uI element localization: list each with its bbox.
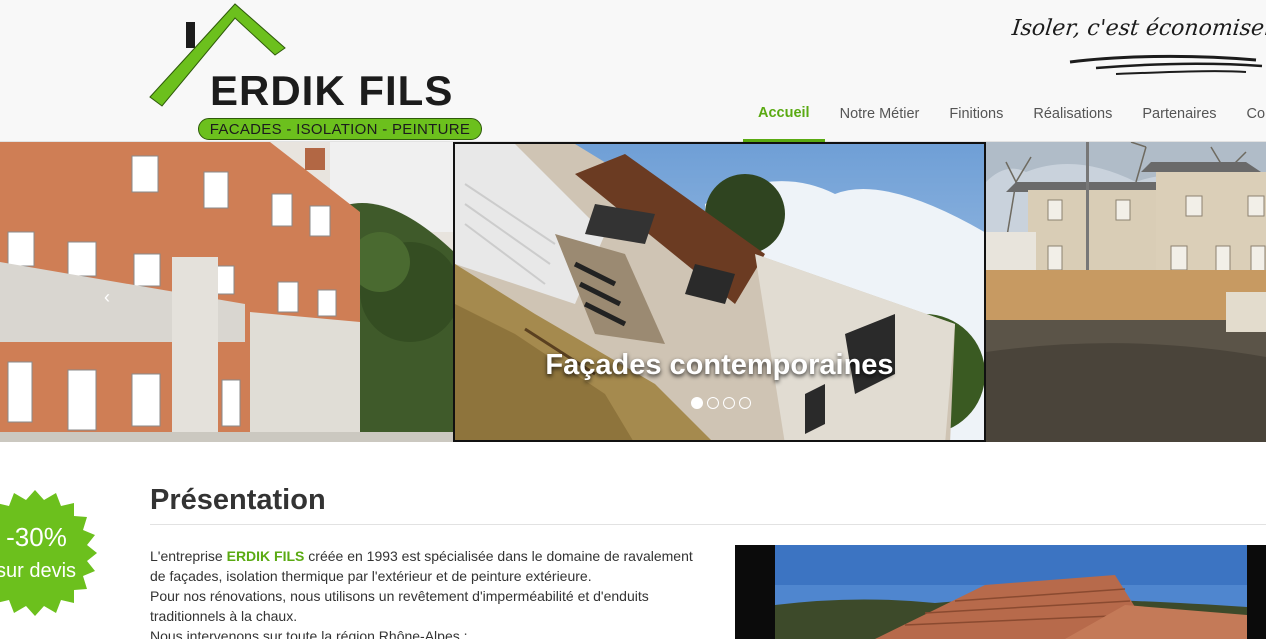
- nav-item-finitions[interactable]: Finitions: [934, 94, 1018, 142]
- discount-percent: -30%: [6, 522, 67, 552]
- building-photo: [0, 142, 454, 442]
- slider-dot-3[interactable]: [723, 397, 735, 409]
- houses-photo: [986, 142, 1266, 442]
- nav-item-contact[interactable]: Conta: [1232, 94, 1266, 142]
- starburst-icon: [0, 490, 97, 616]
- nav-item-accueil[interactable]: Accueil: [743, 94, 825, 142]
- nav-item-notre-metier[interactable]: Notre Métier: [825, 94, 935, 142]
- logo-tagline: FACADES - ISOLATION - PEINTURE: [198, 118, 482, 140]
- intro-text-start: L'entreprise: [150, 548, 227, 564]
- site-header: ERDIK FILS FACADES - ISOLATION - PEINTUR…: [0, 0, 1266, 142]
- video-thumbnail: [735, 545, 1266, 639]
- slide-image-right[interactable]: [986, 142, 1266, 442]
- section-divider: [150, 524, 1266, 525]
- slide-image-main[interactable]: Façades contemporaines: [453, 142, 986, 442]
- slide-caption: Façades contemporaines: [545, 349, 894, 381]
- logo[interactable]: ERDIK FILS FACADES - ISOLATION - PEINTUR…: [148, 0, 488, 142]
- slider-pagination: [691, 397, 751, 409]
- presentation-text: L'entreprise ERDIK FILS créée en 1993 es…: [150, 546, 710, 639]
- discount-label: sur devis: [0, 560, 77, 582]
- slider-dot-4[interactable]: [739, 397, 751, 409]
- intro-paragraph-3: Nous intervenons sur toute la région Rhô…: [150, 628, 468, 639]
- brand-name: ERDIK FILS: [226, 548, 305, 564]
- main-nav: Accueil Notre Métier Finitions Réalisati…: [743, 94, 1266, 142]
- logo-name: ERDIK FILS: [210, 67, 454, 114]
- image-slider: ‹ Façades contemporaines: [0, 142, 1266, 442]
- intro-paragraph-1: L'entreprise ERDIK FILS créée en 1993 es…: [150, 546, 710, 586]
- slider-prev-button[interactable]: ‹: [104, 287, 110, 308]
- slogan: Isoler, c'est économiser: [1010, 16, 1266, 41]
- intro-paragraph-2: Pour nos rénovations, nous utilisons un …: [150, 588, 649, 624]
- slide-image-left[interactable]: ‹: [0, 142, 454, 442]
- nav-item-partenaires[interactable]: Partenaires: [1127, 94, 1231, 142]
- brush-stroke-icon: [1069, 54, 1263, 75]
- slider-dot-2[interactable]: [707, 397, 719, 409]
- discount-badge[interactable]: -30% sur devis: [0, 488, 100, 618]
- section-title-presentation: Présentation: [150, 484, 326, 516]
- video-player[interactable]: [735, 545, 1266, 639]
- slider-dot-1[interactable]: [691, 397, 703, 409]
- nav-item-realisations[interactable]: Réalisations: [1018, 94, 1127, 142]
